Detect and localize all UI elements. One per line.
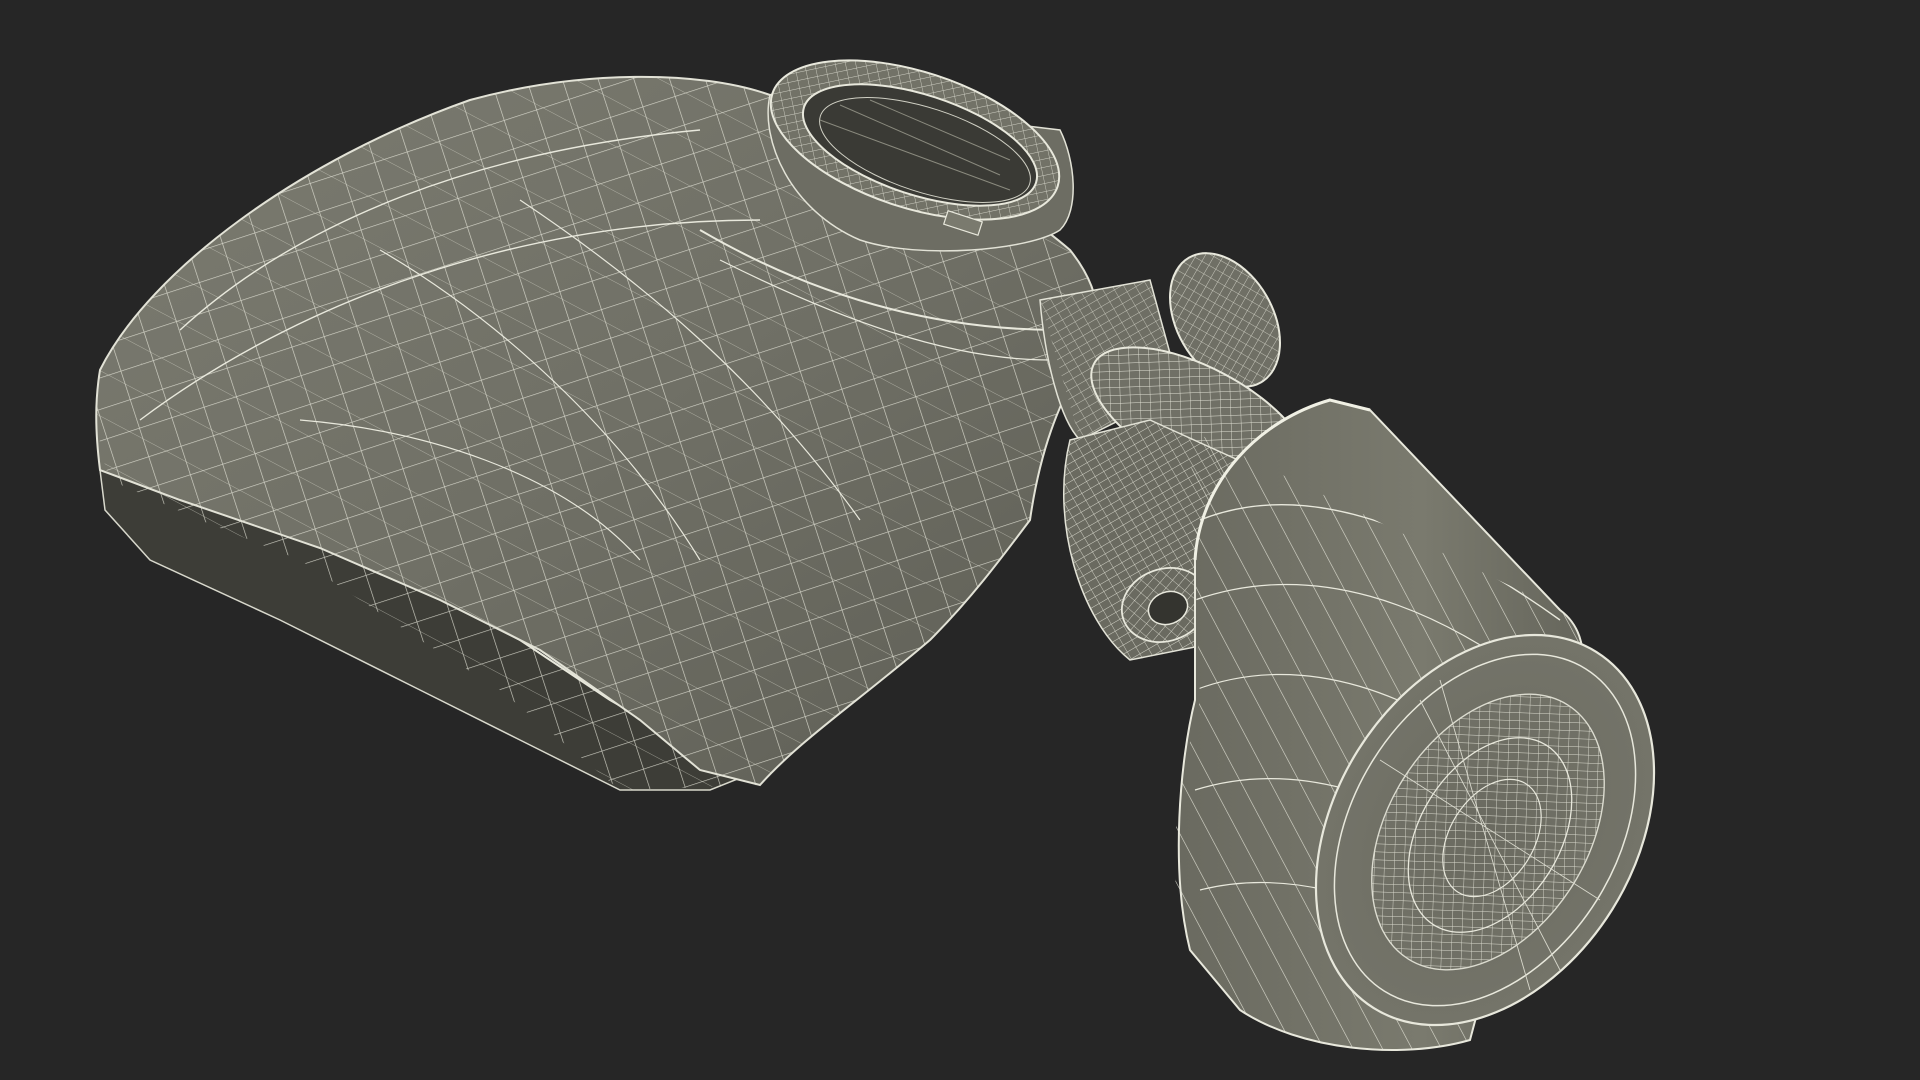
- filter-canister: [1174, 398, 1656, 1051]
- wireframe-render: [95, 59, 1656, 1051]
- render-viewport: [0, 0, 1920, 1080]
